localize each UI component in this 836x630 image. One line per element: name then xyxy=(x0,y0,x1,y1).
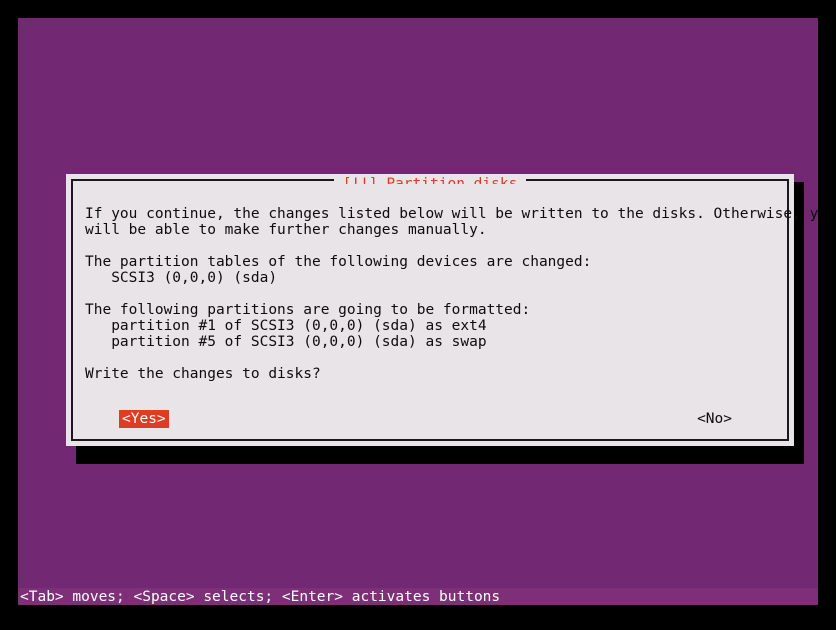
keyboard-help-statusbar: <Tab> moves; <Space> selects; <Enter> ac… xyxy=(18,588,818,605)
dialog-text-spacer xyxy=(85,238,775,254)
dialog-button-row: <Yes> <No> xyxy=(85,410,775,428)
installer-screen: [!!] Partition disks If you continue, th… xyxy=(0,0,836,630)
dialog-content: If you continue, the changes listed belo… xyxy=(73,184,818,439)
no-button[interactable]: <No> xyxy=(694,410,735,428)
dialog-text-line: The partition tables of the following de… xyxy=(85,254,592,270)
dialog-text-line: If you continue, the changes listed belo… xyxy=(85,206,818,222)
dialog-text-line: partition #1 of SCSI3 (0,0,0) (sda) as e… xyxy=(85,318,487,334)
dialog-text-spacer xyxy=(85,286,775,302)
installer-canvas: [!!] Partition disks If you continue, th… xyxy=(18,18,818,605)
dialog-text-line: The following partitions are going to be… xyxy=(85,302,531,318)
dialog-text-line: partition #5 of SCSI3 (0,0,0) (sda) as s… xyxy=(85,334,487,350)
dialog-text-line: Write the changes to disks? xyxy=(85,366,321,382)
dialog-text-line: will be able to make further changes man… xyxy=(85,222,487,238)
dialog-body: If you continue, the changes listed belo… xyxy=(71,184,818,441)
partition-disks-dialog: [!!] Partition disks If you continue, th… xyxy=(66,174,818,446)
dialog-text-spacer xyxy=(85,350,775,366)
yes-button[interactable]: <Yes> xyxy=(119,410,169,428)
dialog-text-line: SCSI3 (0,0,0) (sda) xyxy=(85,270,278,286)
